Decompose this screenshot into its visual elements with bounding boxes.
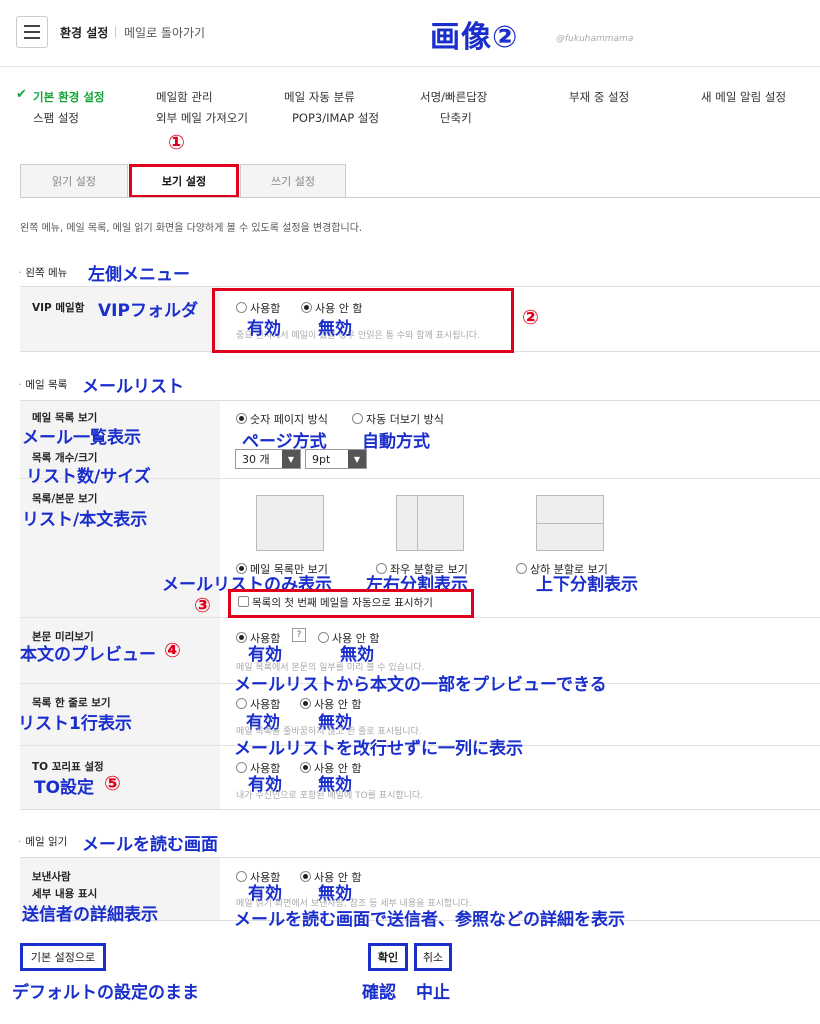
check-icon: ✔ — [16, 87, 27, 102]
to-tag-label-jp: TO設定 — [34, 778, 95, 798]
auto-show-first-label: 목록의 첫 번째 메일을 자동으로 표시하기 — [252, 597, 433, 609]
list-view-auto-option[interactable]: 자동 더보기 방식 — [352, 411, 444, 427]
oneline-label: 목록 한 줄로 보기 — [32, 697, 111, 709]
section-jp-left-menu: 左側メニュー — [88, 265, 190, 285]
oneline-note-jp: メールリストを改行せずに一列に表示 — [234, 739, 523, 759]
sender-label-jp: 送信者の詳細表示 — [22, 905, 158, 925]
nav-external-mail[interactable]: 외부 메일 가져오기 — [156, 110, 248, 126]
list-view-page-radio[interactable] — [236, 413, 247, 424]
vip-on-radio[interactable] — [236, 302, 247, 313]
font-size-select[interactable]: 9pt ▼ — [305, 449, 367, 469]
marker-3: ③ — [194, 593, 211, 617]
preview-label-jp: 本文のプレビュー — [20, 645, 156, 665]
tab-write-settings[interactable]: 쓰기 설정 — [240, 164, 346, 198]
split-tb-jp: 上下分割表示 — [536, 575, 638, 595]
section-jp-mail-list: メールリスト — [82, 377, 184, 397]
nav-mailbox-manage[interactable]: 메일함 관리 — [156, 89, 213, 105]
sender-note-jp: メールを読む画面で送信者、参照などの詳細を表示 — [234, 910, 625, 930]
nav-new-mail-alert[interactable]: 새 메일 알림 설정 — [701, 89, 786, 105]
vip-label-jp: VIPフォルダ — [98, 301, 198, 321]
to-tag-off-radio[interactable] — [300, 762, 311, 773]
to-tag-label: TO 꼬리표 설정 — [32, 761, 104, 773]
vip-off-jp: 無効 — [318, 319, 352, 339]
section-jp-mail-read: メールを読む画面 — [82, 835, 218, 855]
header-divider — [115, 26, 116, 38]
marker-1: ① — [168, 130, 185, 154]
tab-read-settings[interactable]: 읽기 설정 — [20, 164, 128, 198]
reset-default-jp: デフォルトの設定のまま — [12, 983, 199, 1003]
layout-list-only-icon[interactable] — [256, 495, 324, 551]
list-view-label-jp: メール一覧表示 — [22, 428, 141, 448]
auto-show-first-checkbox[interactable] — [238, 596, 249, 607]
help-icon[interactable]: ? — [292, 628, 306, 642]
list-body-label: 목록/본문 보기 — [32, 493, 98, 505]
marker-2: ② — [522, 305, 539, 329]
layout-left-right-icon[interactable] — [396, 495, 464, 551]
list-view-page-option[interactable]: 숫자 페이지 방식 — [236, 411, 328, 427]
sender-label-1: 보낸사람 — [32, 871, 71, 883]
list-count-select[interactable]: 30 개 ▼ — [235, 449, 301, 469]
oneline-off-radio[interactable] — [300, 698, 311, 709]
nav-shortcuts[interactable]: 단축키 — [440, 110, 472, 126]
confirm-jp: 確認 — [362, 983, 396, 1003]
reset-default-button[interactable]: 기본 설정으로 — [20, 943, 106, 971]
tab-view-settings[interactable]: 보기 설정 — [129, 164, 239, 198]
back-to-mail-link[interactable]: 메일로 돌아가기 — [124, 24, 205, 41]
sender-off-radio[interactable] — [300, 871, 311, 882]
split-tb-radio[interactable] — [516, 563, 527, 574]
list-size-label-jp: リスト数/サイズ — [26, 467, 151, 487]
preview-on-radio[interactable] — [236, 632, 247, 643]
dropdown-arrow-icon: ▼ — [282, 450, 300, 468]
layout-top-bottom-icon[interactable] — [536, 495, 604, 551]
vip-label: VIP 메일함 — [32, 302, 85, 314]
marker-5: ⑤ — [104, 771, 121, 795]
preview-off-radio[interactable] — [318, 632, 329, 643]
cancel-jp: 中止 — [416, 983, 450, 1003]
nav-spam[interactable]: 스팸 설정 — [33, 110, 79, 126]
sender-label-2: 세부 내용 표시 — [32, 888, 98, 900]
header-divider-line — [0, 66, 820, 67]
to-tag-hint: 내가 수신인으로 포함된 메일에 TO를 표시합니다. — [236, 791, 424, 801]
tab-underline — [20, 197, 820, 198]
vip-on-jp: 有効 — [247, 319, 281, 339]
page-description: 왼쪽 메뉴, 메일 목록, 메일 읽기 화면을 다양하게 볼 수 있도록 설정을… — [20, 223, 363, 234]
marker-4: ④ — [164, 638, 181, 662]
section-title-left-menu: 왼쪽 메뉴 — [18, 265, 67, 280]
section-title-mail-list: 메일 목록 — [18, 377, 67, 392]
dropdown-arrow-icon: ▼ — [348, 450, 366, 468]
list-view-page-label: 숫자 페이지 방식 — [250, 413, 328, 426]
nav-signature[interactable]: 서명/빠른답장 — [420, 89, 487, 105]
overlay-title: 画像② — [430, 20, 519, 55]
nav-absence[interactable]: 부재 중 설정 — [569, 89, 629, 105]
list-view-auto-label: 자동 더보기 방식 — [366, 413, 444, 426]
list-view-auto-radio[interactable] — [352, 413, 363, 424]
cancel-button[interactable]: 취소 — [414, 943, 452, 971]
watermark: @fukuhammama — [556, 34, 634, 44]
sender-on-radio[interactable] — [236, 871, 247, 882]
auto-show-first-option[interactable]: 목록의 첫 번째 메일을 자동으로 표시하기 — [238, 595, 433, 610]
nav-auto-classify[interactable]: 메일 자동 분류 — [284, 89, 355, 105]
oneline-label-jp: リスト1行表示 — [18, 714, 132, 734]
nav-basic-settings[interactable]: 기본 환경 설정 — [33, 89, 105, 105]
page-title: 환경 설정 — [60, 26, 109, 40]
menu-icon[interactable] — [16, 16, 48, 48]
list-count-value: 30 개 — [242, 453, 270, 466]
list-body-label-jp: リスト/本文表示 — [22, 510, 148, 530]
vip-off-radio[interactable] — [301, 302, 312, 313]
to-tag-on-radio[interactable] — [236, 762, 247, 773]
section-title-mail-read: 메일 읽기 — [18, 834, 67, 849]
nav-pop3-imap[interactable]: POP3/IMAP 설정 — [292, 110, 379, 126]
confirm-button[interactable]: 확인 — [368, 943, 408, 971]
preview-note-jp: メールリストから本文の一部をプレビューできる — [234, 675, 607, 695]
font-size-value: 9pt — [312, 452, 331, 466]
list-view-auto-jp: 自動方式 — [362, 432, 430, 452]
